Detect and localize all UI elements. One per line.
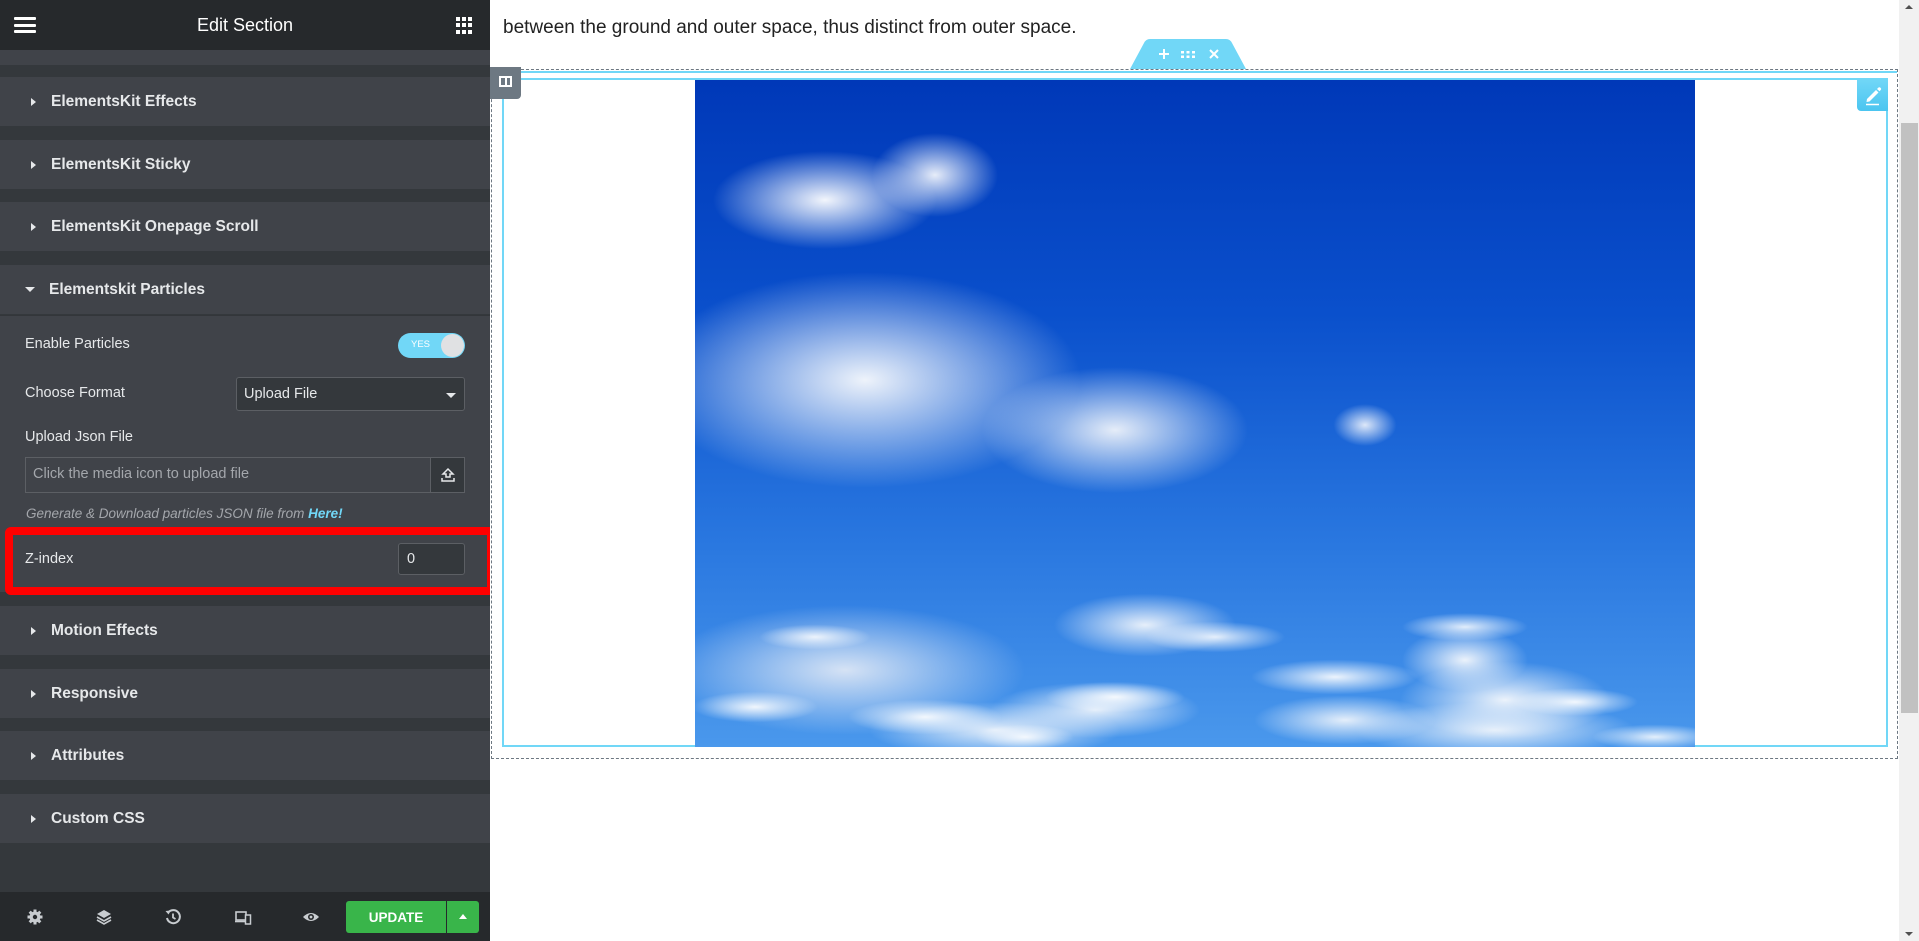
- panel-header: Edit Section: [0, 0, 490, 50]
- paragraph-text: between the ground and outer space, thus…: [503, 0, 1893, 44]
- toggle-yes-text: YES: [411, 339, 431, 350]
- apps-grid-icon[interactable]: [456, 17, 473, 34]
- upload-json-input[interactable]: Click the media icon to upload file: [25, 457, 430, 493]
- column-handle-icon[interactable]: [490, 67, 521, 99]
- caret-right-icon: [31, 751, 36, 760]
- upload-media-button[interactable]: [430, 457, 465, 493]
- section-label: Elementskit Particles: [49, 280, 205, 298]
- section-elementskit-particles[interactable]: Elementskit Particles: [0, 265, 490, 314]
- delete-section-icon[interactable]: [1202, 43, 1226, 65]
- choose-format-label: Choose Format: [25, 385, 125, 401]
- zindex-input[interactable]: 0: [398, 543, 465, 575]
- section-label: Motion Effects: [51, 621, 158, 639]
- caret-right-icon: [31, 222, 36, 231]
- image-clouds-layer: [695, 597, 1695, 747]
- here-link[interactable]: Here!: [308, 506, 343, 521]
- caret-right-icon: [31, 689, 36, 698]
- note-text: Generate & Download particles JSON file …: [26, 506, 309, 521]
- toggle-knob: [441, 334, 464, 357]
- section-label: ElementsKit Sticky: [51, 155, 191, 173]
- section-motion-effects[interactable]: Motion Effects: [0, 606, 490, 655]
- panel-title: Edit Section: [196, 14, 294, 35]
- panel-divider: [0, 50, 490, 65]
- section-label: ElementsKit Effects: [51, 92, 197, 110]
- update-options-button[interactable]: [447, 901, 479, 933]
- page-scrollbar[interactable]: [1899, 0, 1919, 941]
- upload-icon: [440, 467, 455, 482]
- drag-section-icon[interactable]: [1176, 43, 1200, 65]
- enable-particles-toggle[interactable]: YES: [398, 333, 465, 358]
- page-preview: between the ground and outer space, thus…: [490, 0, 1899, 941]
- caret-right-icon: [31, 160, 36, 169]
- section-attributes[interactable]: Attributes: [0, 731, 490, 780]
- update-button[interactable]: UPDATE: [346, 901, 446, 933]
- section-top-line: [491, 71, 1897, 73]
- generate-particles-note: Generate & Download particles JSON file …: [26, 506, 343, 521]
- add-section-icon[interactable]: [1152, 43, 1176, 65]
- chevron-down-icon: [446, 393, 456, 398]
- caret-right-icon: [31, 626, 36, 635]
- section-label: Attributes: [51, 746, 125, 764]
- section-responsive[interactable]: Responsive: [0, 669, 490, 718]
- edit-widget-pencil-icon[interactable]: [1857, 79, 1888, 111]
- section-elementskit-sticky[interactable]: ElementsKit Sticky: [0, 140, 490, 189]
- editor-panel: Edit Section ElementsKit Effects Element…: [0, 0, 495, 941]
- history-icon[interactable]: [164, 908, 182, 926]
- navigator-layers-icon[interactable]: [95, 908, 113, 926]
- choose-format-select[interactable]: Upload File: [236, 377, 465, 411]
- section-elementskit-effects[interactable]: ElementsKit Effects: [0, 77, 490, 126]
- section-handle-tab: [1130, 39, 1246, 69]
- upload-json-label: Upload Json File: [25, 429, 133, 445]
- paragraph-line: between the ground and outer space, thus…: [503, 17, 1077, 38]
- scrollbar-thumb[interactable]: [1901, 123, 1918, 713]
- zindex-label: Z-index: [25, 551, 74, 567]
- section-elementskit-onepage-scroll[interactable]: ElementsKit Onepage Scroll: [0, 202, 490, 251]
- settings-icon[interactable]: [26, 908, 44, 926]
- scroll-up-arrow-icon[interactable]: [1905, 5, 1913, 9]
- section-label: ElementsKit Onepage Scroll: [51, 217, 259, 235]
- sky-clouds-image[interactable]: [695, 80, 1695, 747]
- paragraph-line-cut: [503, 0, 1893, 12]
- enable-particles-label: Enable Particles: [25, 336, 130, 352]
- caret-down-icon: [25, 287, 35, 292]
- caret-right-icon: [31, 814, 36, 823]
- format-select-value: Upload File: [244, 386, 318, 402]
- section-label: Responsive: [51, 684, 139, 702]
- section-custom-css[interactable]: Custom CSS: [0, 794, 490, 843]
- responsive-mode-icon[interactable]: [234, 908, 252, 926]
- caret-right-icon: [31, 97, 36, 106]
- preview-eye-icon[interactable]: [302, 908, 320, 926]
- hamburger-icon[interactable]: [14, 17, 36, 33]
- caret-up-icon: [459, 914, 467, 919]
- section-label: Custom CSS: [51, 809, 145, 827]
- scroll-down-arrow-icon[interactable]: [1905, 932, 1913, 936]
